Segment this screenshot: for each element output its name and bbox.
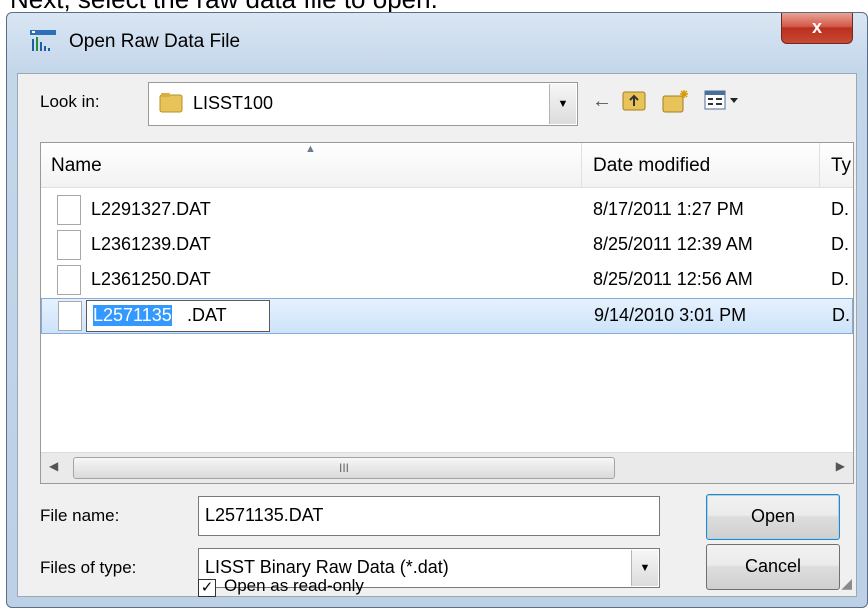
column-divider[interactable] — [819, 143, 820, 187]
rename-extension-text: .DAT — [187, 305, 227, 325]
file-date: 8/25/2011 12:56 AM — [593, 269, 753, 289]
file-type-value: LISST Binary Raw Data (*.dat) — [205, 557, 449, 577]
rename-input[interactable]: L2571135 .DAT — [86, 300, 270, 332]
scroll-left-icon[interactable]: ◀ — [49, 459, 58, 473]
file-row[interactable]: L2291327.DAT 8/17/2011 1:27 PM D. — [41, 193, 853, 227]
lookin-dropdown-arrow[interactable]: ▼ — [549, 84, 576, 124]
file-name: L2361239.DAT — [91, 234, 211, 254]
file-icon — [57, 230, 81, 260]
file-type: D. — [831, 234, 849, 254]
rename-selected-text: L2571135 — [93, 305, 172, 326]
lookin-dropdown[interactable]: LISST100 ▼ — [148, 82, 578, 126]
open-button[interactable]: Open — [706, 494, 840, 540]
column-header-date-modified[interactable]: Date modified — [593, 155, 710, 177]
file-list[interactable]: ▲ Name Date modified Ty L2291327.DAT 8/1… — [40, 142, 854, 484]
cancel-button[interactable]: Cancel — [706, 544, 840, 590]
file-name: L2361250.DAT — [91, 269, 211, 289]
file-date: 8/17/2011 1:27 PM — [593, 199, 744, 219]
dialog-client-area: Look in: LISST100 ▼ ← ▲ Name Date modifi… — [17, 73, 857, 597]
scroll-right-icon[interactable]: ▶ — [836, 459, 845, 473]
back-arrow-icon[interactable]: ← — [592, 88, 612, 114]
dialog-title: Open Raw Data File — [69, 31, 241, 52]
folder-icon — [159, 93, 183, 113]
read-only-label[interactable]: Open as read-only — [224, 576, 364, 596]
read-only-checkbox[interactable]: ✓ — [198, 579, 216, 597]
file-name-value: L2571135.DAT — [205, 505, 324, 525]
column-divider[interactable] — [581, 143, 582, 187]
file-row-selected[interactable]: L2571135 .DAT 9/14/2010 3:01 PM D. — [41, 298, 853, 334]
column-header-name[interactable]: Name — [51, 155, 102, 177]
file-name-label: File name: — [40, 506, 120, 525]
file-date: 8/25/2011 12:39 AM — [593, 234, 753, 254]
file-list-header: ▲ Name Date modified Ty — [41, 143, 853, 188]
file-type: D. — [831, 199, 849, 219]
file-name-input[interactable]: L2571135.DAT — [198, 496, 660, 536]
new-folder-icon[interactable] — [662, 88, 690, 114]
open-raw-data-dialog: Open Raw Data File x Look in: LISST100 ▼… — [6, 12, 868, 608]
column-header-type[interactable]: Ty — [831, 155, 851, 177]
file-icon — [58, 301, 82, 331]
lookin-label: Look in: — [40, 92, 100, 111]
file-icon — [57, 195, 81, 225]
file-icon — [57, 265, 81, 295]
view-menu-icon[interactable] — [704, 88, 744, 114]
file-date: 9/14/2010 3:01 PM — [594, 305, 747, 325]
file-name: L2291327.DAT — [91, 199, 211, 219]
lookin-value: LISST100 — [193, 93, 274, 113]
close-button[interactable]: x — [781, 13, 853, 44]
sort-ascending-icon: ▲ — [305, 143, 316, 155]
title-bar[interactable]: Open Raw Data File x — [7, 13, 867, 71]
file-type: D. — [832, 305, 850, 325]
file-type-dropdown-arrow[interactable]: ▼ — [631, 550, 658, 586]
file-type: D. — [831, 269, 849, 289]
horizontal-scrollbar[interactable]: ◀ III ▶ — [41, 452, 853, 483]
scroll-thumb[interactable]: III — [73, 457, 615, 479]
resize-grip-icon[interactable]: ◢ — [841, 575, 852, 592]
file-row[interactable]: L2361250.DAT 8/25/2011 12:56 AM D. — [41, 263, 853, 297]
file-row[interactable]: L2361239.DAT 8/25/2011 12:39 AM D. — [41, 228, 853, 262]
app-chart-icon — [30, 30, 56, 51]
file-type-label: Files of type: — [40, 558, 137, 577]
up-folder-icon[interactable] — [622, 88, 648, 114]
